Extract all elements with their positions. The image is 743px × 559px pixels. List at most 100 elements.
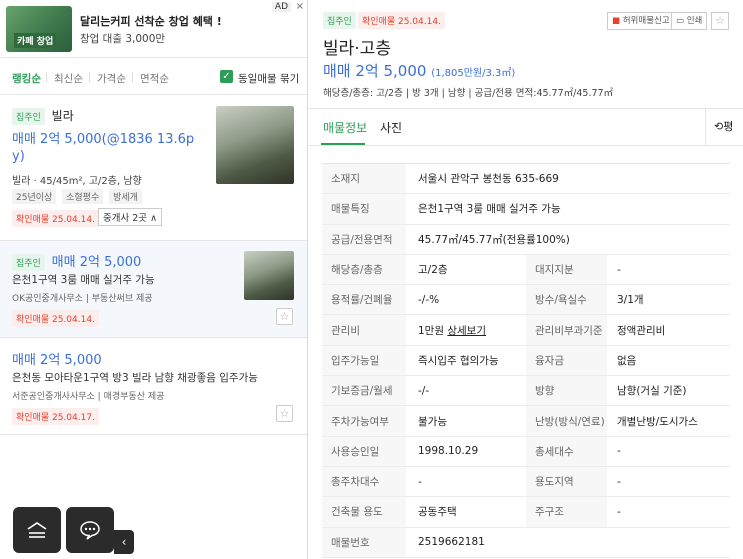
table-row: 건축물 용도 공동주택 주구조 - (322, 496, 730, 528)
favorite-star-icon[interactable]: ☆ (276, 308, 293, 325)
detail-tabs: 매물정보 사진 ⟲평 (309, 108, 743, 146)
listing-number-label: 매물번호 (322, 527, 406, 558)
fee-basis-label: 관리비부과기준 (526, 314, 607, 346)
listing-number-value: 2519662181 (406, 527, 730, 558)
listing-item[interactable]: 매매 2억 5,000 은천동 모아타운1구역 방3 빌라 남향 채광좋음 입주… (0, 338, 307, 435)
area-value: 45.77㎡/45.77㎡(전용률100%) (406, 224, 730, 255)
ratio-label: 용적률/건폐율 (322, 284, 406, 316)
rooms-value: 3/1개 (607, 284, 730, 316)
report-label: 허위매물신고 (622, 16, 670, 26)
deposit-value: -/- (406, 375, 526, 407)
building-use-label: 건축물 용도 (322, 496, 406, 528)
parking-label: 주차가능여부 (322, 405, 406, 437)
sort-latest[interactable]: 최신순 (54, 71, 83, 86)
approval-value: 1998.10.29 (406, 436, 526, 467)
owner-badge: 집주인 (12, 254, 45, 271)
listing-item[interactable]: 집주인 빌라 매매 2억 5,000(@1836 13.6p y) 빌라 · 4… (0, 96, 307, 241)
favorite-star-icon[interactable]: ☆ (276, 405, 293, 422)
households-label: 총세대수 (526, 436, 607, 467)
refresh-icon: ⟲ (714, 120, 724, 133)
ad-close-icon[interactable]: × (296, 1, 304, 12)
table-row: 주차가능여부 불가능 난방(방식/연료) 개별난방/도시가스 (322, 405, 730, 437)
chevron-up-icon: ∧ (150, 213, 158, 224)
detail-panel: 집주인 확인매물 25.04.14. ■ 허위매물신고 ▭ 인쇄 ☆ 빌라·고층… (309, 0, 743, 559)
agent-listing-confirm: 확인매물 25.04.14. (12, 310, 99, 327)
sort-area[interactable]: 면적순 (140, 71, 169, 86)
ratio-value: -/-% (406, 284, 526, 316)
listing-tags: 25년이상 소형평수 방세개 (12, 189, 144, 204)
listing-photo[interactable] (216, 106, 294, 184)
structure-label: 주구조 (526, 496, 607, 528)
agent-listing-price: 매매 2억 5,000 (51, 255, 142, 270)
floor-value: 고/2층 (406, 254, 526, 286)
direction-label: 방향 (526, 375, 607, 407)
fee-value: 1만원 (418, 324, 445, 337)
land-label: 대지지분 (526, 254, 607, 286)
confirm-badge: 확인매물 25.04.17. (12, 408, 99, 425)
ad-thumbnail-text: 카페 창업 (14, 33, 57, 48)
ad-title[interactable]: 달리는커피 선착순 창업 혜택 ! (80, 13, 222, 29)
agent-listing-photo[interactable] (244, 251, 294, 300)
listing-panel: 카페 창업 달리는커피 선착순 창업 혜택 ! 창업 대출 3,000만 AD … (0, 0, 308, 559)
listing-summary: 빌라 · 45/45m², 고/2층, 남향 (12, 176, 142, 187)
area-label: 공급/전용면적 (322, 224, 406, 255)
feature-value: 은천1구역 3룸 매매 실거주 가능 (406, 193, 730, 225)
confirm-badge: 확인매물 25.04.14. (12, 210, 99, 227)
detail-price-value: 매매 2억 5,000 (323, 62, 427, 80)
agent-listing-item[interactable]: 집주인 매매 2억 5,000 은천1구역 3룸 매매 실거주 가능 OK공인중… (0, 241, 307, 338)
sort-bar: 랭킹순 최신순 가격순 면적순 ✓ 동일매물 묶기 (0, 59, 307, 95)
provider: 매경부동산 제공 (103, 392, 165, 402)
approval-label: 사용승인일 (322, 436, 406, 467)
detail-price: 매매 2억 5,000 (1,805만원/3.3㎡) (323, 60, 515, 81)
deposit-label: 기보증금/월세 (322, 375, 406, 407)
fee-label: 관리비 (322, 314, 406, 346)
ad-thumbnail[interactable]: 카페 창업 (6, 6, 72, 52)
direction-value: 남향(거실 기준) (607, 375, 730, 407)
tag: 방세개 (109, 189, 142, 204)
table-row: 사용승인일 1998.10.29 총세대수 - (322, 436, 730, 467)
detail-title: 빌라·고층 (323, 39, 391, 59)
floor-label: 해당층/총층 (322, 254, 406, 286)
confirm-badge: 확인매물 25.04.14. (12, 310, 99, 327)
detail-meta: 해당층/총층: 고/2층 | 방 3개 | 남향 | 공급/전용 면적:45.7… (323, 88, 614, 99)
area-unit-toggle[interactable]: ⟲평 (705, 109, 743, 145)
chat-button[interactable] (66, 507, 114, 553)
report-button[interactable]: ■ 허위매물신고 (607, 12, 675, 30)
fee-detail-link[interactable]: 상세보기 (447, 325, 486, 337)
same-listing-checkbox[interactable]: ✓ (220, 70, 233, 83)
sort-ranking[interactable]: 랭킹순 (12, 71, 41, 86)
tab-photos[interactable]: 사진 (380, 119, 402, 136)
sort-price[interactable]: 가격순 (97, 71, 126, 86)
fee-basis-value: 정액관리비 (607, 314, 730, 346)
active-tab-indicator (321, 143, 365, 145)
provider: 부동산써브 제공 (91, 294, 153, 304)
agent-listing-desc: 은천1구역 3룸 매매 실거주 가능 (12, 274, 155, 286)
agents-label: 중개사 2곳 (103, 213, 148, 224)
owner-badge: 집주인 (12, 108, 45, 125)
listing-confirm: 확인매물 25.04.14. (12, 210, 99, 227)
ad-badge: AD (271, 2, 291, 12)
building-use-value: 공동주택 (406, 496, 526, 528)
favorite-star-icon[interactable]: ☆ (711, 12, 729, 30)
table-row: 입주가능일 즉시입주 협의가능 융자금 없음 (322, 345, 730, 377)
table-row: 용적률/건폐율 -/-% 방수/욕실수 3/1개 (322, 284, 730, 316)
print-button[interactable]: ▭ 인쇄 (671, 12, 708, 30)
address-label: 소재지 (322, 163, 406, 195)
agents-toggle-button[interactable]: 중개사 2곳 ∧ (98, 208, 163, 226)
rooms-label: 방수/욕실수 (526, 284, 607, 316)
loan-value: 없음 (607, 345, 730, 377)
area-unit-label: 평 (723, 120, 734, 133)
agent-listing-agency: OK공인중개사무소 | 부동산써브 제공 (12, 294, 153, 304)
table-row: 공급/전용면적 45.77㎡/45.77㎡(전용률100%) (322, 224, 730, 255)
collapse-panel-button[interactable]: ‹ (114, 530, 134, 554)
owner-badge: 집주인 (323, 12, 356, 29)
tab-listing-info[interactable]: 매물정보 (323, 119, 367, 136)
confirm-badge: 확인매물 25.04.14. (358, 12, 445, 29)
home-button[interactable] (13, 507, 61, 553)
ad-banner[interactable]: 카페 창업 달리는커피 선착순 창업 혜택 ! 창업 대출 3,000만 AD … (0, 0, 307, 58)
agency-name: OK공인중개사무소 (12, 294, 83, 304)
listing-confirm: 확인매물 25.04.17. (12, 408, 99, 425)
same-listing-label[interactable]: 동일매물 묶기 (238, 71, 299, 86)
parking-value: 불가능 (406, 405, 526, 437)
agency-name: 서준공인중개사사무소 (12, 392, 95, 402)
